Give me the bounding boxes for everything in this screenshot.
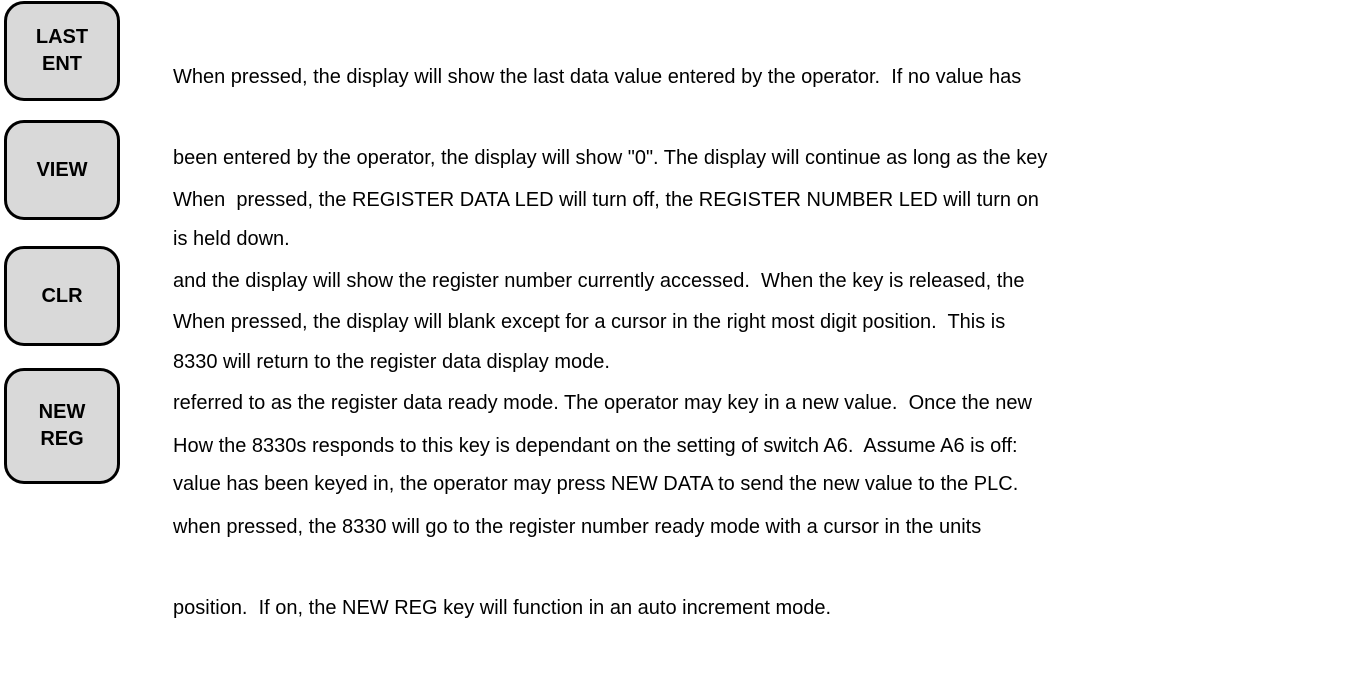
key-label-line: NEW: [38, 401, 86, 423]
description-line: when pressed, the 8330 will go to the re…: [173, 516, 982, 538]
view-key: VIEW: [4, 120, 120, 220]
new-reg-description: How the 8330s responds to this key is de…: [173, 379, 1343, 676]
key-label-line: VIEW: [36, 158, 88, 181]
key-label-line: CLR: [41, 284, 83, 307]
description-line: When pressed, the REGISTER DATA LED will…: [173, 189, 1039, 211]
key-label-line: REG: [40, 428, 84, 450]
last-ent-key: LAST ENT: [4, 1, 120, 101]
clr-key: CLR: [4, 246, 120, 346]
description-line: When pressed, the display will blank exc…: [173, 311, 1006, 333]
key-label-line: LAST: [35, 26, 89, 48]
description-line: position. If on, the NEW REG key will fu…: [173, 597, 832, 619]
key-label-line: ENT: [42, 53, 82, 75]
description-line: How the 8330s responds to this key is de…: [173, 435, 1018, 457]
description-line: When pressed, the display will show the …: [173, 66, 1022, 88]
new-reg-key: NEW REG: [4, 368, 120, 484]
